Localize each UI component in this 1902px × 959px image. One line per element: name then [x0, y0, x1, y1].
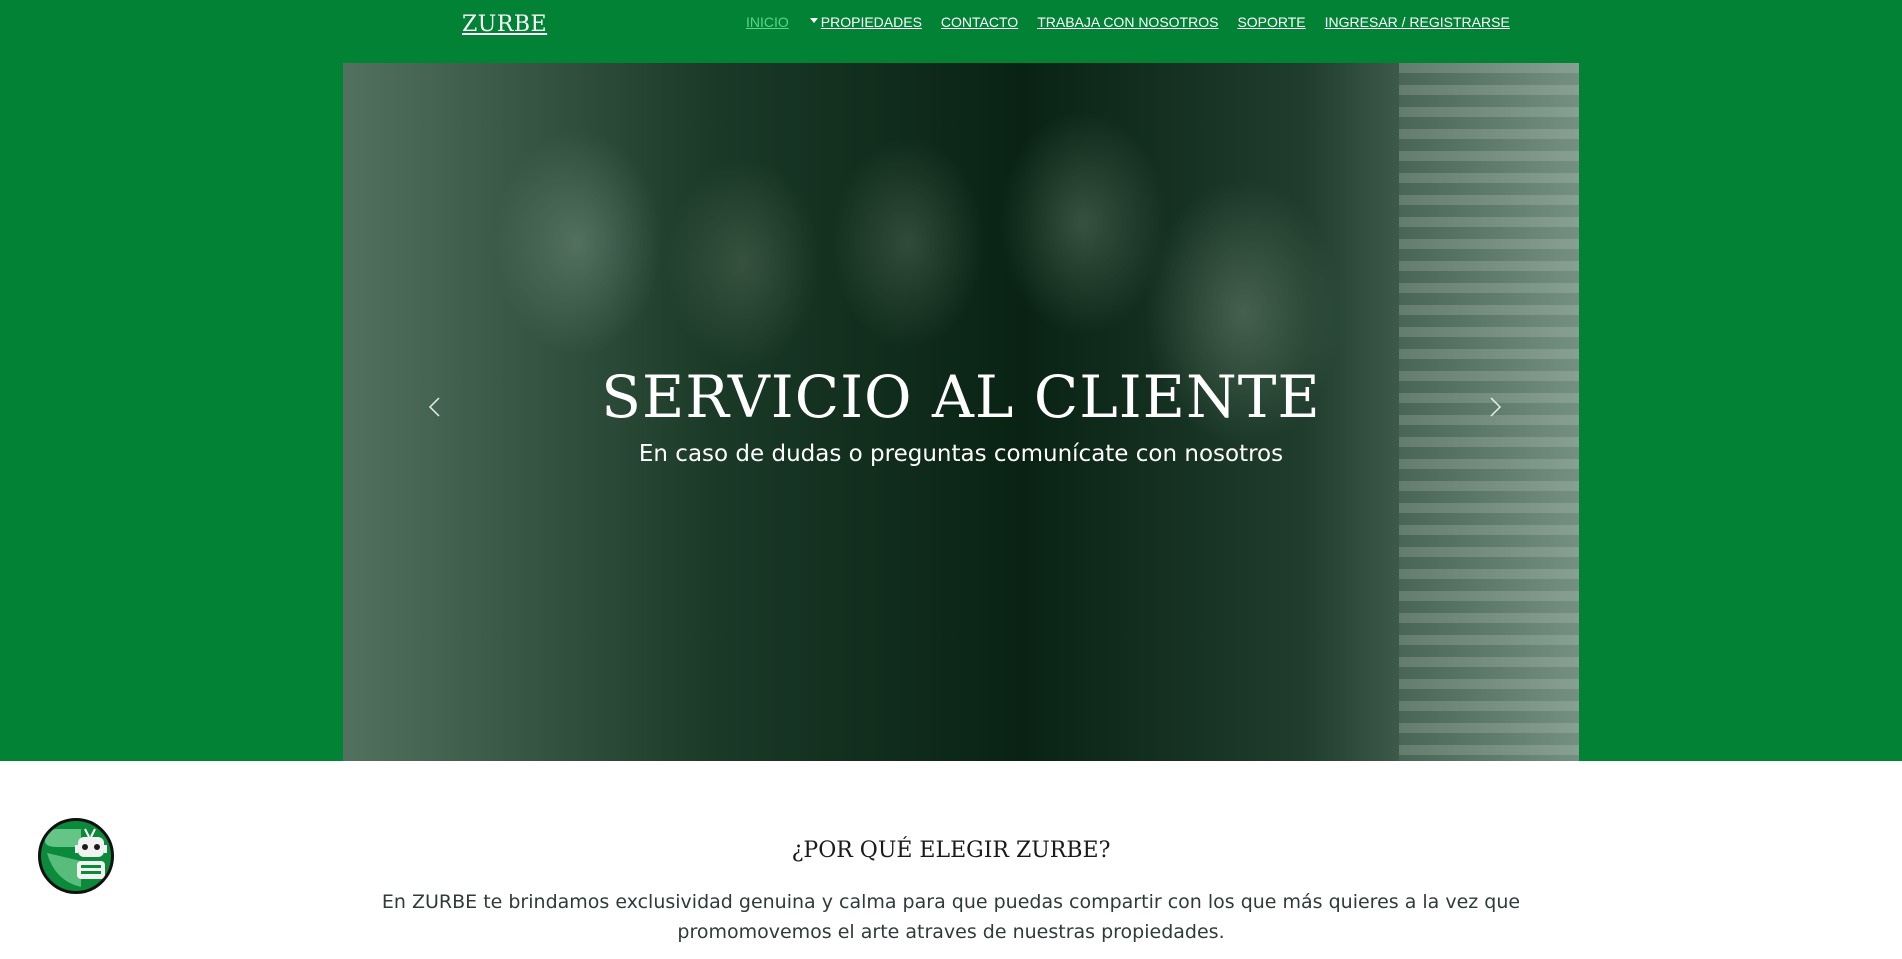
nav-inicio[interactable]: INICIO — [746, 14, 789, 30]
section-text: En ZURBE te brindamos exclusividad genui… — [381, 891, 1521, 943]
nav-trabaja[interactable]: TRABAJA CON NOSOTROS — [1037, 14, 1218, 30]
robot-chat-icon — [45, 828, 107, 887]
carousel-prev-button[interactable] — [425, 396, 447, 418]
chevron-right-icon — [1490, 397, 1502, 417]
chatbot-button[interactable] — [38, 818, 114, 894]
caret-down-icon — [809, 17, 818, 23]
section-title: ¿POR QUÉ ELEGIR ZURBE? — [791, 838, 1111, 863]
nav-soporte[interactable]: SOPORTE — [1237, 14, 1305, 30]
carousel-next-button[interactable] — [1483, 396, 1505, 418]
brand-logo[interactable]: ZURBE — [462, 12, 547, 37]
hero-title: SERVICIO AL CLIENTE — [601, 363, 1321, 431]
chevron-left-icon — [428, 397, 440, 417]
nav-propiedades[interactable]: PROPIEDADES — [821, 14, 922, 30]
hero-carousel: SERVICIO AL CLIENTE En caso de dudas o p… — [343, 63, 1579, 761]
hero-subtitle: En caso de dudas o preguntas comunícate … — [638, 441, 1284, 467]
nav-propiedades-dropdown[interactable]: PROPIEDADES — [809, 14, 922, 30]
nav-ingresar[interactable]: INGRESAR / REGISTRARSE — [1325, 14, 1510, 30]
nav-contacto[interactable]: CONTACTO — [941, 14, 1018, 30]
main-nav: INICIO PROPIEDADES CONTACTO TRABAJA CON … — [746, 14, 1529, 30]
